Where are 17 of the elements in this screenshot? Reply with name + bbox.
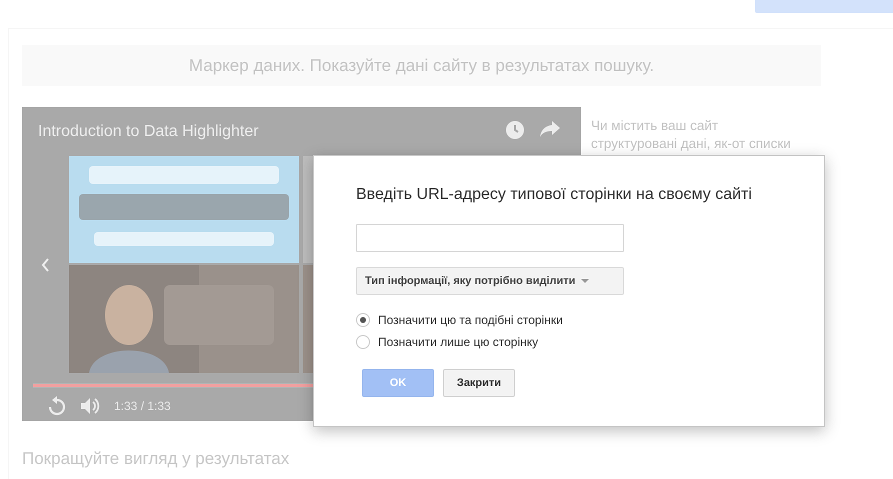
option-label[interactable]: Позначити цю та подібні сторінки <box>378 311 563 330</box>
caret-icon <box>581 279 590 284</box>
url-field[interactable] <box>356 224 624 252</box>
description-text: Чи містить ваш сайт структуровані дані, як-от списки <box>591 117 792 153</box>
replay-icon[interactable] <box>48 396 66 416</box>
dialog-title: Введіть URL-адресу типової сторінки на своєму сайті <box>356 185 753 204</box>
type-dropdown[interactable]: Тип інформації, яку потрібно виділити <box>356 267 624 296</box>
top-button[interactable] <box>755 0 893 13</box>
radio-button[interactable] <box>356 335 370 350</box>
clock-icon[interactable] <box>505 120 525 140</box>
share-icon[interactable] <box>539 120 561 138</box>
volume-icon[interactable] <box>80 397 100 415</box>
video-time: 1:33 / 1:33 <box>114 398 171 415</box>
option-label[interactable]: Позначити лише цю сторінку <box>378 333 538 352</box>
radio-button[interactable] <box>356 313 370 328</box>
previous-icon[interactable] <box>41 258 50 272</box>
close-button[interactable]: Закрити <box>443 369 515 398</box>
